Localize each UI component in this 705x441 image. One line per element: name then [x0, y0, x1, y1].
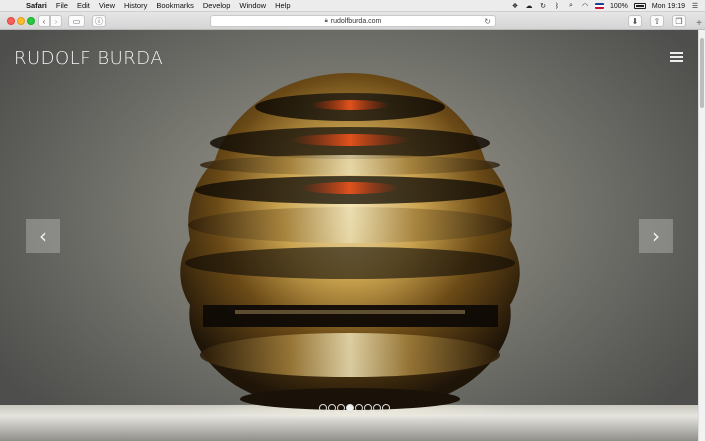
menu-file[interactable]: File: [56, 1, 68, 10]
browser-toolbar: ‹ › ▭ ⓘ 🔒︎ rudolfburda.com ↻ ⬇ ⇧ ❐: [0, 12, 705, 30]
web-page: RUDOLF BURDA ‹ ›: [0, 30, 698, 441]
address-bar-url: rudolfburda.com: [330, 17, 382, 25]
status-area: ❖ ☁ ↻ ᛒ ⌕ ◠ 100% Mon 19:19 ☰: [511, 0, 699, 12]
search-icon[interactable]: ⌕: [567, 2, 575, 10]
chevron-right-icon: ›: [652, 224, 660, 248]
share-icon: ⇧: [653, 16, 661, 26]
forward-button[interactable]: ›: [50, 15, 62, 27]
slider-dot[interactable]: [346, 404, 354, 412]
clock[interactable]: Mon 19:19: [652, 3, 685, 10]
slider-pagination: [319, 404, 390, 412]
reload-icon[interactable]: ↻: [484, 17, 491, 26]
scrollbar-thumb[interactable]: [700, 38, 704, 108]
menu-view[interactable]: View: [99, 1, 115, 10]
slider-dot[interactable]: [382, 404, 390, 412]
slider-prev-button[interactable]: ‹: [26, 219, 60, 253]
window-fullscreen-button[interactable]: [27, 17, 35, 25]
mac-menu-bar: Safari File Edit View History Bookmarks …: [0, 0, 705, 12]
cloud-icon[interactable]: ☁: [525, 2, 533, 10]
menu-bookmarks[interactable]: Bookmarks: [156, 1, 194, 10]
address-bar[interactable]: 🔒︎ rudolfburda.com ↻: [210, 15, 496, 27]
info-icon: ⓘ: [95, 16, 103, 26]
chevron-left-icon: ‹: [39, 224, 47, 248]
slider-dot[interactable]: [355, 404, 363, 412]
back-button[interactable]: ‹: [38, 15, 50, 27]
sidebar-icon: ▭: [72, 16, 81, 26]
sync-icon[interactable]: ↻: [539, 2, 547, 10]
wifi-icon[interactable]: ◠: [581, 2, 589, 10]
menu-history[interactable]: History: [124, 1, 147, 10]
sidebar-toggle-button[interactable]: ▭: [68, 15, 85, 27]
notification-center-icon[interactable]: ☰: [691, 2, 699, 10]
menu-edit[interactable]: Edit: [77, 1, 90, 10]
menu-develop[interactable]: Develop: [203, 1, 231, 10]
bluetooth-icon[interactable]: ᛒ: [553, 2, 561, 10]
share-button[interactable]: ⇧: [650, 15, 664, 27]
slider-dot[interactable]: [319, 404, 327, 412]
menu-hamburger-icon[interactable]: [670, 52, 683, 63]
lock-icon: 🔒︎: [324, 17, 328, 24]
slider-next-button[interactable]: ›: [639, 219, 673, 253]
chevron-right-icon: ›: [54, 16, 58, 26]
tabs-icon: ❐: [675, 16, 683, 26]
slider-dot[interactable]: [328, 404, 336, 412]
downloads-button[interactable]: ⬇: [628, 15, 642, 27]
slider-dot[interactable]: [373, 404, 381, 412]
menu-app-safari[interactable]: Safari: [26, 1, 47, 10]
uk-flag-icon[interactable]: [595, 3, 604, 9]
chevron-left-icon: ‹: [42, 16, 46, 26]
site-logo[interactable]: RUDOLF BURDA: [14, 48, 163, 69]
slider-dot[interactable]: [364, 404, 372, 412]
battery-icon[interactable]: [633, 3, 646, 9]
dropbox-icon[interactable]: ❖: [511, 2, 519, 10]
battery-percent: 100%: [610, 2, 628, 10]
window-minimize-button[interactable]: [17, 17, 25, 25]
window-close-button[interactable]: [7, 17, 15, 25]
download-icon: ⬇: [631, 16, 639, 26]
menu-window[interactable]: Window: [239, 1, 266, 10]
sculpture-image: [180, 73, 520, 410]
slider-dot[interactable]: [337, 404, 345, 412]
new-tab-button[interactable]: +: [693, 18, 705, 30]
tab-overview-button[interactable]: ❐: [672, 15, 686, 27]
menu-help[interactable]: Help: [275, 1, 290, 10]
page-scrollbar[interactable]: [698, 30, 705, 441]
reader-info-button[interactable]: ⓘ: [92, 15, 106, 27]
